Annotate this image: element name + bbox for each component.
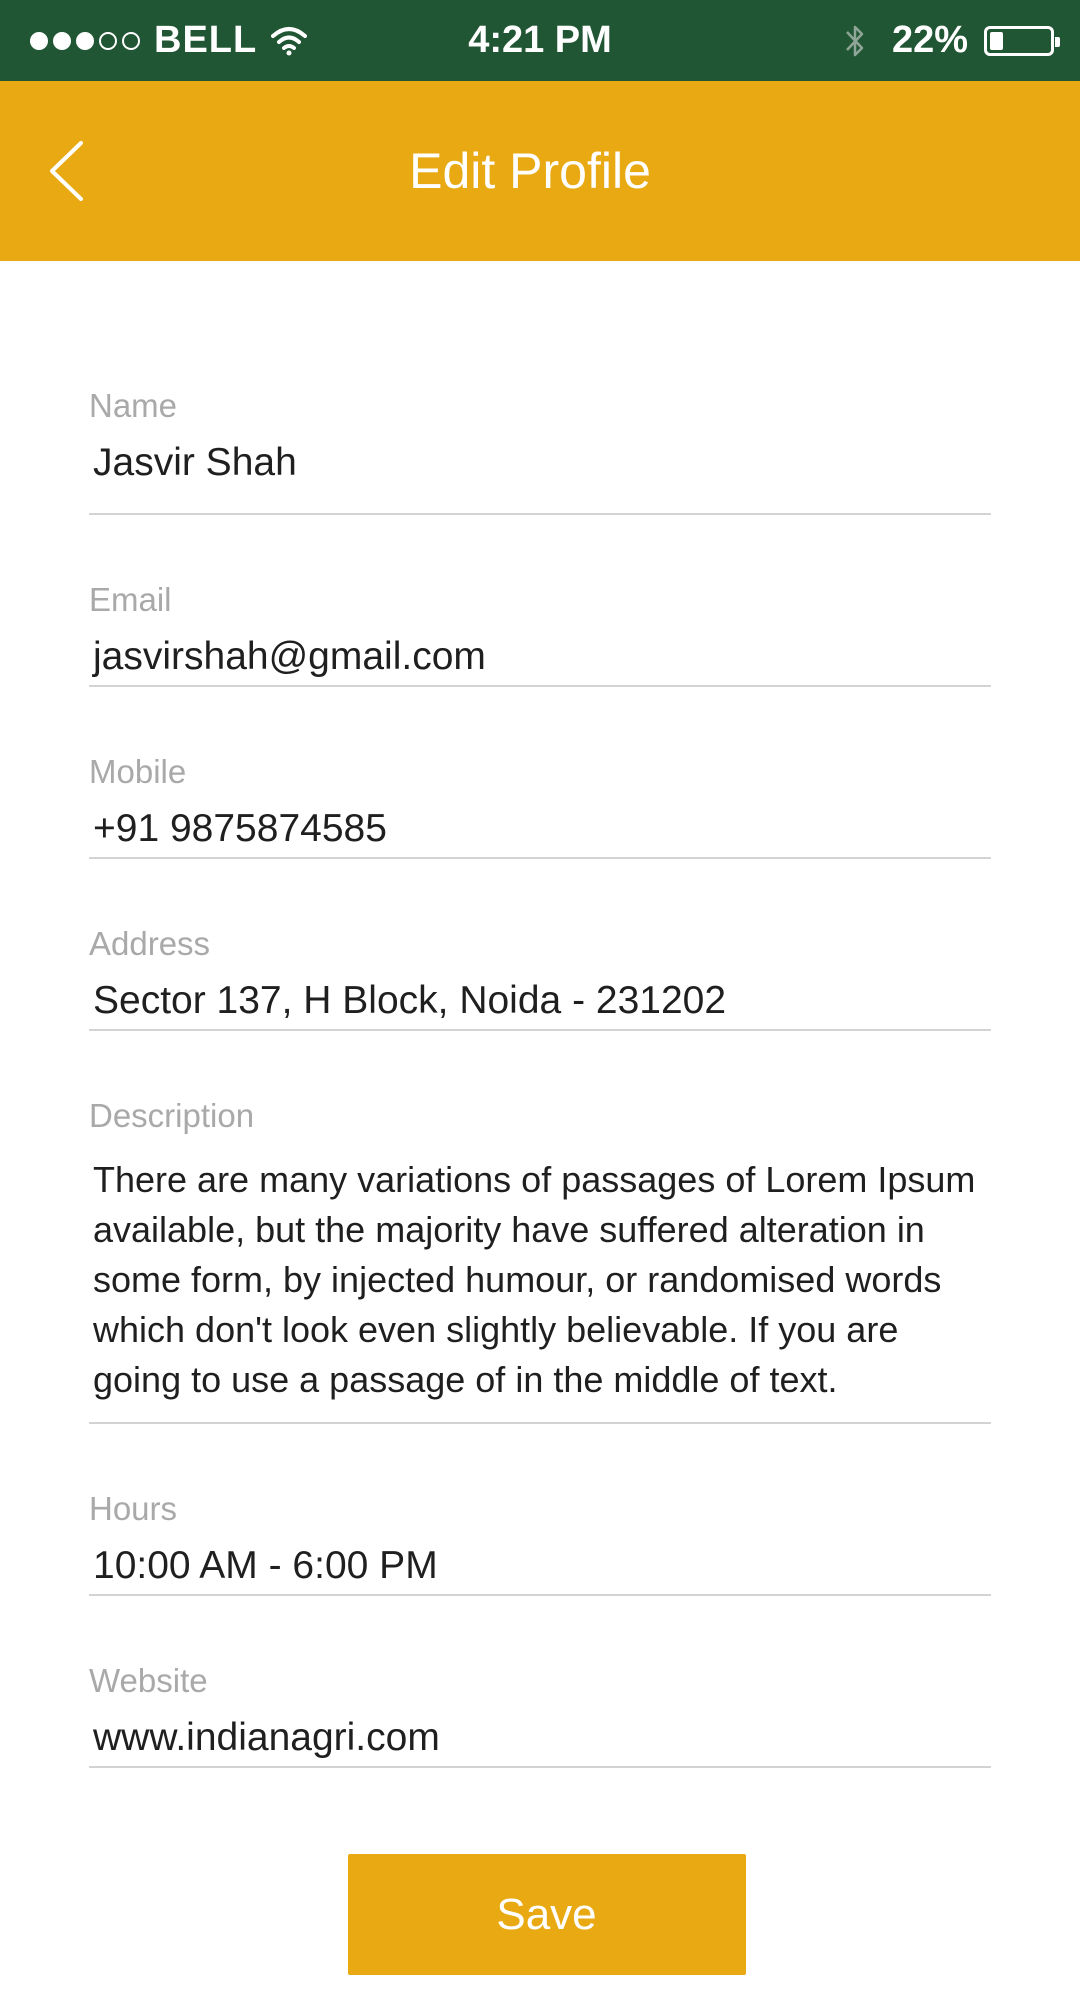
mobile-label: Mobile (89, 753, 187, 790)
description-label: Description (89, 1097, 255, 1134)
description-textarea[interactable]: There are many variations of passages of… (93, 1155, 991, 1405)
address-field[interactable]: Address Sector 137, H Block, Noida - 231… (89, 859, 991, 1031)
actions: Save (0, 1854, 1080, 1975)
website-input[interactable]: www.indianagri.com (93, 1713, 991, 1763)
status-bar: BELL 4:21 PM 22% (0, 0, 1080, 81)
name-field[interactable]: Name Jasvir Shah (89, 261, 991, 515)
hours-field[interactable]: Hours 10:00 AM - 6:00 PM (89, 1424, 991, 1596)
status-right: 22% (844, 0, 1060, 81)
battery-percent: 22% (891, 19, 968, 61)
app-header: Edit Profile (0, 81, 1080, 261)
mobile-input[interactable]: +91 9875874585 (93, 804, 991, 854)
email-input[interactable]: jasvirshah@gmail.com (93, 632, 991, 682)
page-title: Edit Profile (409, 143, 651, 199)
edit-profile-form: Name Jasvir Shah Email jasvirshah@gmail.… (0, 261, 1080, 1768)
chevron-left-icon (50, 141, 83, 201)
email-field[interactable]: Email jasvirshah@gmail.com (89, 515, 991, 687)
battery-icon (984, 25, 1060, 56)
address-input[interactable]: Sector 137, H Block, Noida - 231202 (93, 976, 991, 1026)
back-button[interactable] (36, 131, 96, 211)
website-label: Website (89, 1662, 208, 1699)
hours-label: Hours (89, 1490, 178, 1527)
name-label: Name (89, 387, 178, 424)
bluetooth-icon (846, 25, 864, 56)
name-input[interactable]: Jasvir Shah (93, 438, 991, 488)
email-label: Email (89, 581, 172, 618)
description-field[interactable]: Description There are many variations of… (89, 1031, 991, 1424)
mobile-field[interactable]: Mobile +91 9875874585 (89, 687, 991, 859)
address-label: Address (89, 925, 211, 962)
website-field[interactable]: Website www.indianagri.com (89, 1596, 991, 1768)
battery-level (990, 31, 1003, 50)
save-button[interactable]: Save (347, 1854, 746, 1975)
hours-input[interactable]: 10:00 AM - 6:00 PM (93, 1541, 991, 1591)
